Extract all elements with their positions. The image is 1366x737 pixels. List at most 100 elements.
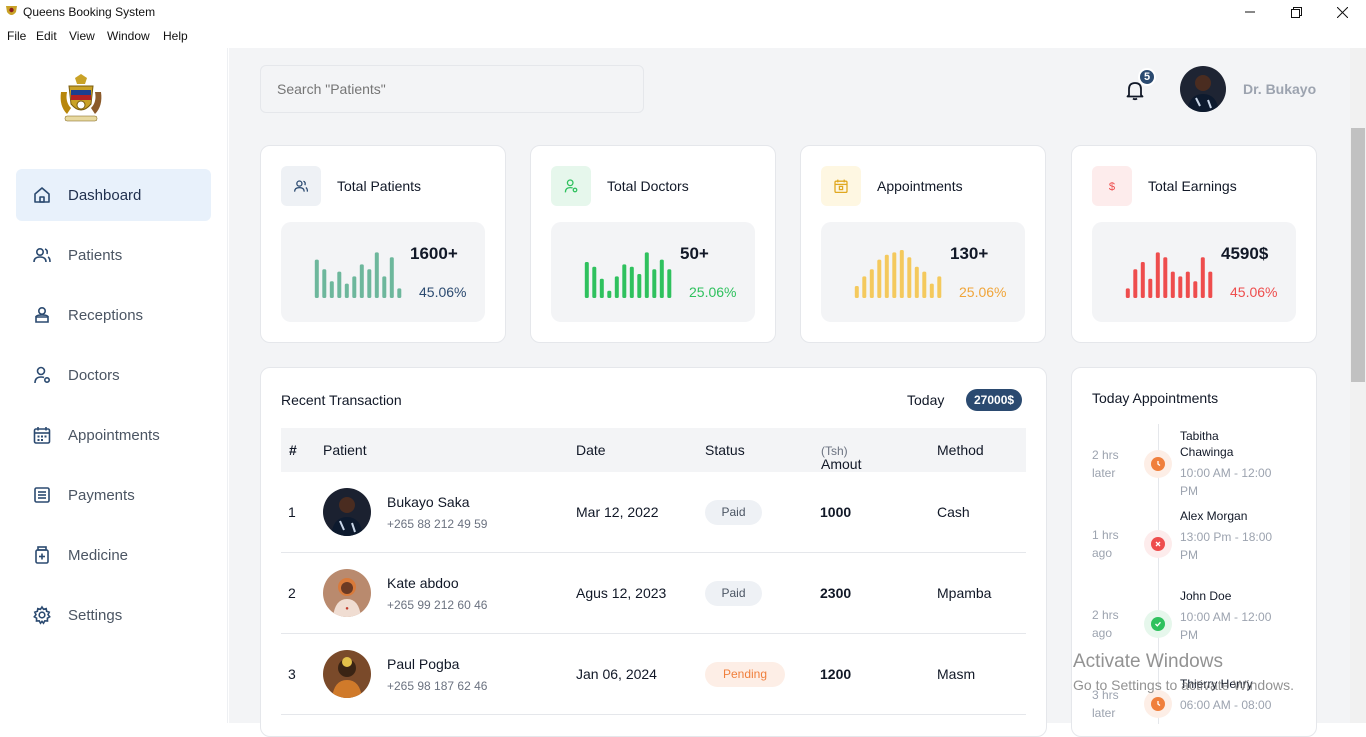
stat-icon-container (551, 166, 591, 206)
sidebar-item-medicine[interactable]: Medicine (16, 529, 211, 581)
transaction-date: Mar 12, 2022 (576, 504, 659, 520)
stat-percent: 45.06% (1230, 284, 1278, 300)
stat-panel: 1600+ 45.06% (281, 222, 485, 322)
total-badge: 27000$ (966, 389, 1023, 411)
stat-value: 1600+ (410, 244, 458, 263)
scrollbar-thumb[interactable] (1351, 128, 1365, 382)
mini-bar (352, 276, 357, 298)
mini-bar (1170, 271, 1175, 298)
svg-text:●: ● (345, 606, 349, 612)
patient-name: Paul Pogba (387, 656, 460, 672)
transaction-amount: 1000 (820, 504, 852, 520)
user-name[interactable]: Dr. Bukayo (1243, 81, 1316, 97)
table-row[interactable]: 3 Paul Pogba +265 98 187 62 46 Jan 06, 2… (281, 634, 1026, 715)
column-header-patient[interactable]: Patient (323, 442, 367, 458)
recent-transactions-card: Recent Transaction Today 27000$ # Patien… (260, 367, 1047, 737)
appointment-time: 13:00 Pm - 18:00 PM (1180, 530, 1273, 562)
stat-percent: 45.06% (419, 284, 467, 300)
period-label[interactable]: Today (907, 392, 944, 408)
sidebar-item-payments[interactable]: Payments (16, 469, 211, 521)
patient-name: Kate abdoo (387, 575, 459, 591)
mini-bar (397, 288, 402, 298)
sidebar-item-receptions[interactable]: Receptions (16, 289, 211, 341)
payments-icon (34, 487, 50, 503)
users-icon (293, 180, 309, 192)
column-header-num: # (289, 442, 297, 458)
clock-icon (1151, 457, 1165, 471)
appointment-item[interactable]: 2 hrs later Tabitha Chawinga 10:00 AM - … (1072, 424, 1318, 504)
stat-icon-container (281, 166, 321, 206)
appointment-relative-time: 1 hrs ago (1092, 528, 1119, 560)
mini-bar (337, 271, 342, 298)
stat-title: Total Doctors (607, 178, 689, 194)
mini-bar (1155, 252, 1160, 298)
appointment-time: 10:00 AM - 12:00 PM (1180, 610, 1272, 642)
avatar[interactable] (1180, 66, 1226, 112)
search-input[interactable] (260, 65, 644, 113)
users-icon (33, 247, 51, 263)
status-badge: Pending (705, 662, 785, 687)
mini-bar (907, 257, 912, 298)
mini-bar (584, 262, 589, 298)
payment-method: Mpamba (937, 585, 992, 601)
patient-avatar (323, 488, 371, 536)
column-header-date[interactable]: Date (576, 442, 606, 458)
mini-bar (862, 276, 867, 298)
appointment-item[interactable]: 1 hrs ago Alex Morgan 13:00 Pm - 18:00 P… (1072, 504, 1318, 584)
column-header-status[interactable]: Status (705, 442, 745, 458)
stat-panel: 130+ 25.06% (821, 222, 1025, 322)
mini-bar (1208, 271, 1213, 298)
stat-value: 4590$ (1221, 244, 1269, 263)
mini-bar (1133, 269, 1138, 298)
sidebar-item-patients[interactable]: Patients (16, 229, 211, 281)
calendar-icon (834, 179, 848, 194)
minimize-icon (1245, 11, 1255, 13)
column-header-method[interactable]: Method (937, 442, 984, 458)
mini-bar (1163, 257, 1168, 298)
stat-value: 130+ (950, 244, 989, 263)
sidebar-item-label: Settings (68, 606, 123, 624)
status-badge: Paid (705, 581, 762, 606)
table-row[interactable]: 1 Bukayo Saka +265 88 212 49 59 Mar 12, … (281, 472, 1026, 553)
column-header-amount[interactable]: Amout (Tsh) (821, 442, 861, 472)
patient-avatar (323, 650, 371, 698)
home-icon (34, 187, 50, 203)
receptions-icon (35, 306, 49, 323)
menu-view[interactable]: View (69, 29, 95, 43)
mini-bar (329, 281, 334, 298)
mini-bar (637, 274, 642, 298)
mini-bar (884, 254, 889, 298)
row-number: 2 (288, 585, 296, 601)
mini-bar (644, 252, 649, 298)
status-dot (1144, 610, 1172, 638)
mini-bar (914, 266, 919, 298)
mini-bar (1125, 288, 1130, 298)
mini-bar (344, 283, 349, 298)
appointment-relative-time: 2 hrs ago (1092, 608, 1119, 640)
patient-phone: +265 88 212 49 59 (387, 517, 488, 531)
section-title: Recent Transaction (281, 392, 402, 408)
stat-percent: 25.06% (959, 284, 1007, 300)
payment-method: Cash (937, 504, 970, 520)
patient-photo (323, 650, 371, 698)
doctor-icon (34, 366, 51, 384)
menu-window[interactable]: Window (107, 29, 150, 43)
mini-bar-chart (854, 250, 942, 298)
patient-photo: ● (323, 569, 371, 617)
coat-of-arms-logo (60, 74, 102, 122)
mini-bar (592, 266, 597, 298)
stat-title: Appointments (877, 178, 963, 194)
sidebar-item-doctors[interactable]: Doctors (16, 349, 211, 401)
restore-button[interactable] (1273, 0, 1319, 24)
close-button[interactable] (1319, 0, 1365, 24)
menu-edit[interactable]: Edit (36, 29, 57, 43)
sidebar-item-appointments[interactable]: Appointments (16, 409, 211, 461)
table-row[interactable]: 2 ● Kate abdoo +265 99 212 60 46 Agus 12… (281, 553, 1026, 634)
minimize-button[interactable] (1227, 0, 1273, 24)
menu-file[interactable]: File (7, 29, 26, 43)
restore-icon (1290, 6, 1302, 18)
doctor-icon (564, 179, 578, 193)
sidebar-item-dashboard[interactable]: Dashboard (16, 169, 211, 221)
sidebar-item-settings[interactable]: Settings (16, 589, 211, 641)
menu-help[interactable]: Help (163, 29, 188, 43)
